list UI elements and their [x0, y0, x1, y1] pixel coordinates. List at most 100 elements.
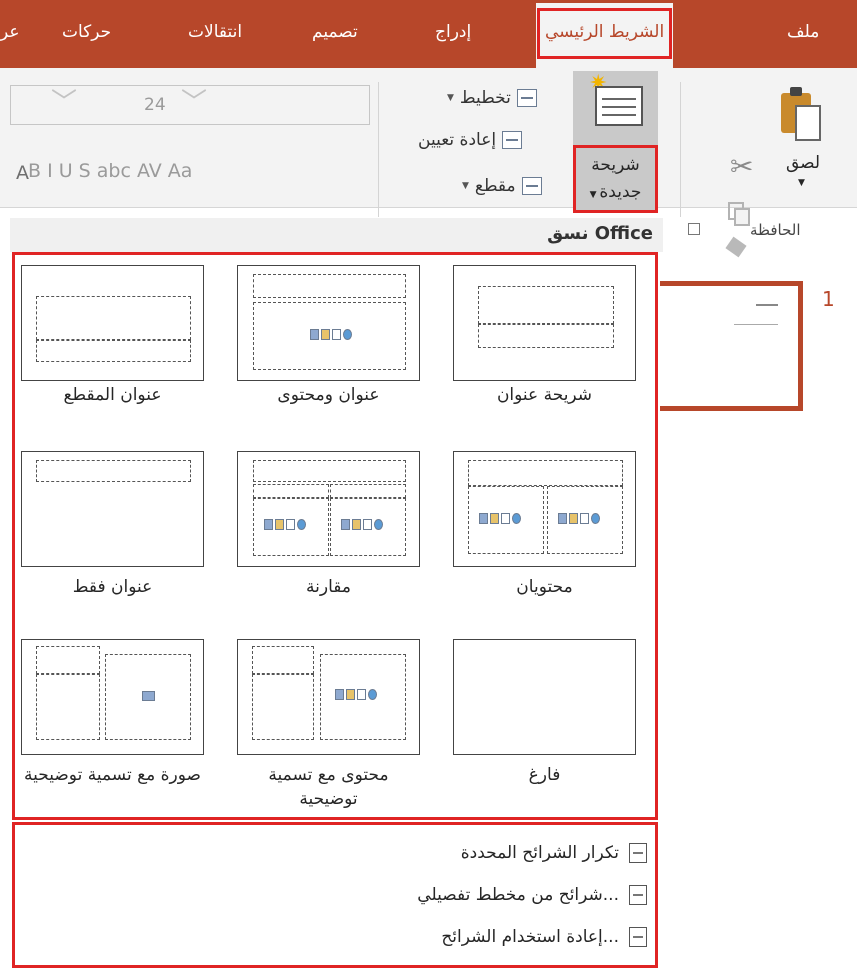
layout-button[interactable]: ▼ تخطيط: [447, 88, 537, 108]
paste-icon[interactable]: [779, 85, 821, 143]
slide-subtitle-line: [734, 324, 778, 325]
section-button[interactable]: ▼ مقطع: [462, 176, 542, 196]
layout-content-caption[interactable]: [237, 639, 420, 755]
section-caret-icon: ▼: [462, 181, 469, 191]
layout-label: عنوان فقط: [72, 577, 153, 597]
reuse-slides-item[interactable]: إعادة استخدام الشرائح...: [441, 919, 647, 955]
layout-label: عنوان ومحتوى: [277, 385, 380, 405]
tab-transitions[interactable]: انتقالات: [188, 22, 242, 42]
reuse-slides-icon: [629, 927, 647, 947]
layout-blank[interactable]: [453, 639, 636, 755]
layout-two-content[interactable]: [453, 451, 636, 567]
tab-slideshow[interactable]: عر: [0, 22, 20, 42]
font-size-input[interactable]: 24: [144, 95, 166, 115]
layout-title-only[interactable]: [21, 451, 204, 567]
content-icons: [479, 513, 521, 526]
font-combo-box: ﹀ 24 ﹀: [10, 85, 370, 125]
copy-icon[interactable]: [728, 202, 750, 226]
format-painter-icon[interactable]: [725, 236, 747, 258]
font-size-chevron-down-icon[interactable]: ﹀: [51, 90, 77, 116]
layout-label: مقارنة: [306, 577, 351, 597]
content-placeholder: [547, 486, 623, 554]
duplicate-slides-label: تكرار الشرائح المحددة: [460, 843, 619, 863]
slides-from-outline-label: شرائح من مخطط تفصيلي...: [417, 885, 619, 905]
title-placeholder: [468, 460, 623, 486]
picture-placeholder: [105, 654, 191, 740]
paste-button[interactable]: لصق: [786, 153, 820, 173]
ribbon-tab-bar: عر حركات انتقالات تصميم إدراج الشريط الر…: [0, 0, 857, 68]
ribbon-separator: [378, 82, 379, 217]
title-placeholder: [252, 646, 314, 674]
section-icon: [521, 177, 542, 195]
title-placeholder: [253, 274, 406, 298]
layout-label: محتوى مع تسمية توضيحية: [268, 765, 389, 809]
cut-icon[interactable]: ✂: [730, 150, 753, 183]
ribbon-body: ﹀ 24 ﹀ A B I U S abc AV Aa ▼ تخطيط إعادة…: [0, 68, 857, 258]
text-placeholder: [252, 674, 314, 740]
reset-icon: [502, 131, 523, 149]
layout-picture-caption[interactable]: [21, 639, 204, 755]
layout-label: شريحة عنوان: [496, 385, 593, 405]
new-slide-icon-button[interactable]: ✷: [573, 71, 658, 146]
reuse-slides-label: إعادة استخدام الشرائح...: [441, 927, 619, 947]
tab-file[interactable]: ملف: [787, 22, 819, 42]
paste-caret-icon[interactable]: ▼: [798, 178, 805, 188]
content-placeholder: [330, 498, 406, 556]
layout-section-header[interactable]: [21, 265, 204, 381]
title-placeholder: [36, 646, 100, 674]
layout-label: محتويان: [516, 577, 573, 597]
tab-home-label: الشريط الرئيسي: [545, 22, 665, 42]
layout-icon: [516, 89, 537, 107]
slides-from-outline-item[interactable]: شرائح من مخطط تفصيلي...: [417, 877, 647, 913]
tab-design[interactable]: تصميم: [312, 22, 358, 42]
subtitle-placeholder: [478, 324, 614, 348]
font-name-chevron-down-icon[interactable]: ﹀: [181, 90, 207, 116]
content-placeholder: [253, 498, 329, 556]
ribbon-separator: [680, 82, 681, 217]
slide-title-line: [756, 304, 778, 306]
title-placeholder: [478, 286, 614, 324]
text-placeholder: [36, 340, 191, 362]
tab-insert[interactable]: إدراج: [435, 22, 471, 42]
section-label: مقطع: [474, 176, 516, 196]
title-placeholder: [253, 460, 406, 482]
layout-label: عنوان المقطع: [63, 385, 162, 405]
font-format-row[interactable]: B I U S abc AV Aa: [28, 160, 192, 182]
tab-home[interactable]: الشريط الرئيسي: [536, 3, 674, 68]
slide-icon: [595, 86, 643, 126]
layout-gallery: شريحة عنوان عنوان ومحتوى عنوان المقطع مح…: [12, 252, 658, 820]
layout-label: تخطيط: [459, 88, 511, 108]
clipboard-launcher-icon[interactable]: [688, 223, 700, 235]
sheet-icon: [795, 105, 821, 141]
content-icons: [341, 519, 383, 532]
content-icons: [310, 329, 352, 342]
gallery-header: نسق Office: [10, 218, 663, 252]
slide-thumbnail[interactable]: [660, 281, 803, 411]
clipboard-group-label: الحافظة: [750, 221, 801, 239]
text-placeholder: [36, 674, 100, 740]
reset-button[interactable]: إعادة تعيين: [418, 130, 523, 150]
content-placeholder: [468, 486, 544, 554]
content-icons: [264, 519, 306, 532]
layout-caret-icon: ▼: [447, 93, 454, 103]
layout-title-slide[interactable]: [453, 265, 636, 381]
layout-comparison[interactable]: [237, 451, 420, 567]
title-placeholder: [36, 296, 191, 340]
content-placeholder: [253, 302, 406, 370]
outline-icon: [629, 885, 647, 905]
layout-title-content[interactable]: [237, 265, 420, 381]
heading-placeholder: [330, 484, 406, 498]
new-slide-dropdown-button[interactable]: شريحة ▼ جديدة: [573, 145, 658, 213]
new-slide-label-2: ▼ جديدة: [589, 182, 642, 202]
new-slide-label-1: شريحة: [591, 155, 640, 175]
heading-placeholder: [253, 484, 329, 498]
duplicate-slides-item[interactable]: تكرار الشرائح المحددة: [461, 835, 647, 871]
content-placeholder: [320, 654, 406, 740]
picture-icon: [142, 691, 155, 701]
content-icons: [558, 513, 600, 526]
layout-label: فارغ: [528, 765, 561, 785]
tab-animations[interactable]: حركات: [62, 22, 111, 42]
content-icons: [335, 689, 377, 702]
duplicate-slides-icon: [629, 843, 647, 863]
gallery-title: نسق Office: [547, 223, 653, 244]
